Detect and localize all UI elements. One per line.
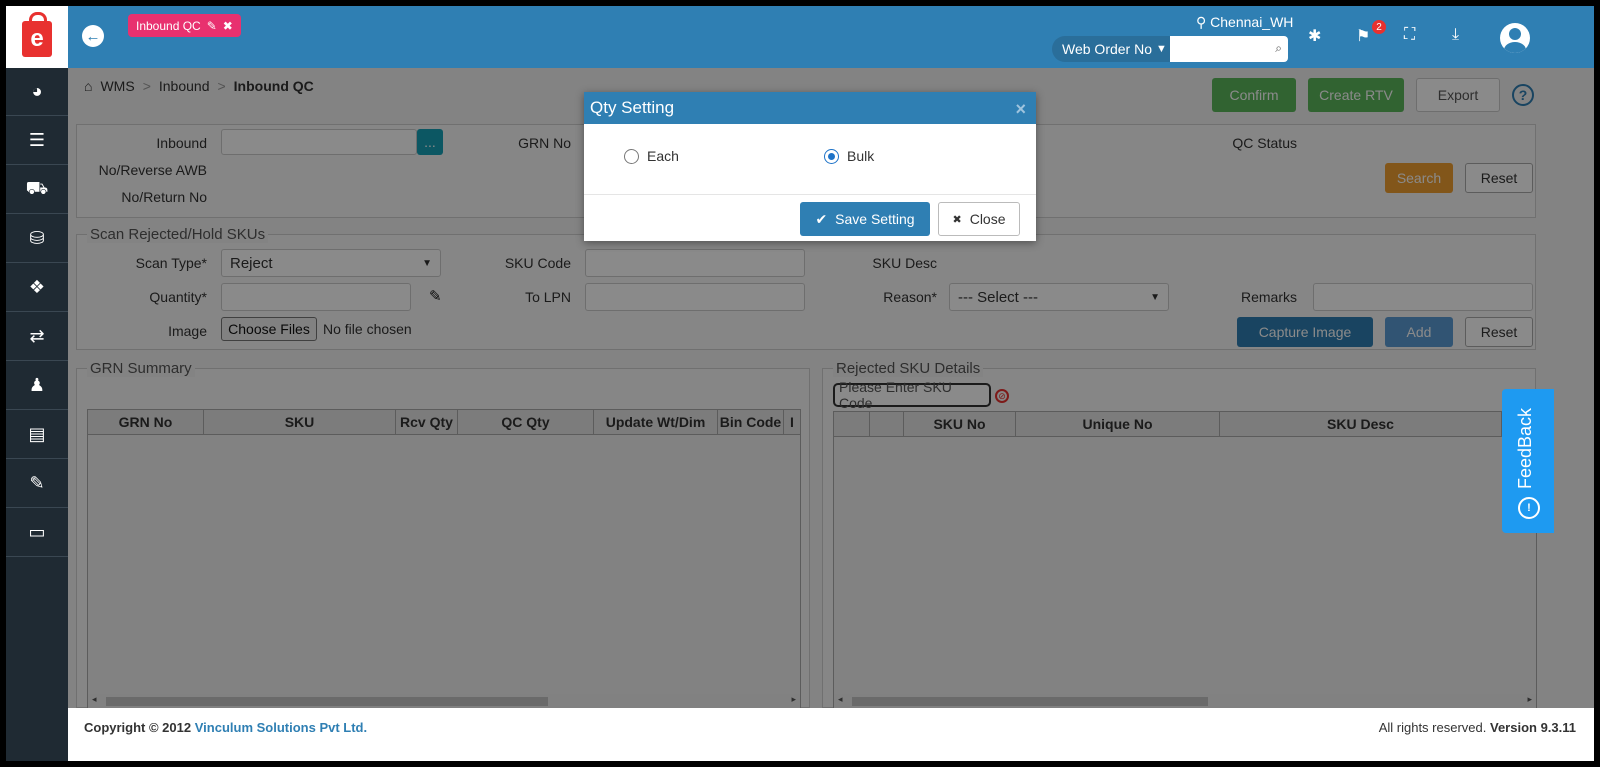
dashboard-icon: ◕ <box>31 81 43 101</box>
radio-each[interactable]: Each <box>624 148 679 164</box>
rights-label: All rights reserved. <box>1378 720 1487 735</box>
search-icon[interactable]: ⌕ <box>1275 41 1282 56</box>
fullscreen-icon[interactable]: ⛶ <box>1404 26 1415 44</box>
search-type-dropdown[interactable]: Web Order No ▼ <box>1052 36 1170 62</box>
close-icon[interactable]: × <box>1015 99 1026 120</box>
user-avatar[interactable] <box>1500 23 1530 53</box>
sidebar-item-list[interactable]: ☰ <box>6 117 68 165</box>
radio-bulk-label: Bulk <box>847 148 875 164</box>
copyright-year: Copyright © 2012 <box>84 720 192 735</box>
location-indicator[interactable]: ⚲ Chennai_WH <box>1196 14 1293 31</box>
ticket-icon: ✎ <box>29 473 45 493</box>
radio-bulk[interactable]: Bulk <box>824 148 874 164</box>
exchange-icon: ⇄ <box>29 326 45 346</box>
cubes-icon: ❖ <box>28 277 46 297</box>
radio-each-label: Each <box>647 148 679 164</box>
map-marker-icon: ⚲ <box>1196 14 1207 30</box>
sidebar-item-dashboard[interactable]: ◕ <box>6 68 68 116</box>
sidebar-item-cart[interactable]: ⛟ <box>6 166 68 214</box>
bag-icon: ⛁ <box>29 228 45 248</box>
qty-setting-modal: Qty Setting × Each Bulk ✔ Save Setting ✖… <box>584 92 1036 241</box>
bag-logo-icon: e <box>22 12 52 57</box>
sidebar-item-book[interactable]: ▤ <box>6 411 68 459</box>
chevron-down-icon: ▼ <box>1156 43 1167 55</box>
rights-text: All rights reserved. Version 9.3.11 <box>1379 720 1576 735</box>
footer: Copyright © 2012 Vinculum Solutions Pvt … <box>68 708 1594 761</box>
global-search-input[interactable]: ⌕ <box>1170 36 1288 62</box>
close-button[interactable]: ✖ Close <box>938 202 1020 236</box>
feedback-label: FeedBack <box>1515 407 1535 489</box>
tab-label: Inbound QC <box>136 18 201 33</box>
close-label: Close <box>969 211 1006 227</box>
sidebar-item-bag[interactable]: ⛁ <box>6 215 68 263</box>
radio-each-circle[interactable] <box>624 148 639 164</box>
search-type-label: Web Order No <box>1062 41 1152 57</box>
book-icon: ▤ <box>28 424 46 444</box>
sidebar-item-user-plus[interactable]: ♟ <box>6 362 68 410</box>
notification-badge: 2 <box>1372 20 1386 34</box>
download-icon[interactable]: ⤓ <box>1452 26 1459 44</box>
close-x-icon: ✖ <box>952 213 962 226</box>
arrow-left-icon: ← <box>85 27 101 45</box>
app-window: e ◕ ☰ ⛟ ⛁ ❖ ⇄ ♟ ▤ ✎ ▭ ← Inbound QC ✎ ✖ ⚲… <box>0 0 1600 767</box>
sidebar: e ◕ ☰ ⛟ ⛁ ❖ ⇄ ♟ ▤ ✎ ▭ <box>6 6 68 761</box>
sidebar-item-exchange[interactable]: ⇄ <box>6 313 68 361</box>
radio-bulk-circle[interactable] <box>824 148 839 164</box>
pin-icon[interactable]: ✎ <box>207 19 217 33</box>
feedback-tab[interactable]: FeedBack ! <box>1502 389 1554 533</box>
modal-header: Qty Setting × <box>584 92 1036 124</box>
company-link[interactable]: Vinculum Solutions Pvt Ltd. <box>195 720 367 735</box>
modal-title: Qty Setting <box>590 98 675 117</box>
check-icon: ✔ <box>815 210 828 227</box>
open-tab[interactable]: Inbound QC ✎ ✖ <box>128 14 241 37</box>
copyright-text: Copyright © 2012 Vinculum Solutions Pvt … <box>84 720 367 735</box>
modal-divider <box>584 194 1036 195</box>
sidebar-item-ticket[interactable]: ✎ <box>6 460 68 508</box>
save-setting-button[interactable]: ✔ Save Setting <box>800 202 930 236</box>
settings-icon[interactable]: ✱ <box>1308 26 1321 46</box>
comment-icon: ! <box>1518 497 1540 519</box>
location-name: Chennai_WH <box>1210 14 1294 30</box>
sidebar-item-cubes[interactable]: ❖ <box>6 264 68 312</box>
list-indent-icon: ☰ <box>28 130 46 150</box>
top-header: ← Inbound QC ✎ ✖ ⚲ Chennai_WH Web Order … <box>68 6 1594 68</box>
version-label: Version 9.3.11 <box>1489 720 1576 735</box>
save-setting-label: Save Setting <box>835 211 915 227</box>
close-tab-icon[interactable]: ✖ <box>223 19 233 33</box>
card-icon: ▭ <box>28 522 46 542</box>
flag-icon[interactable]: ⚑ <box>1356 26 1370 46</box>
cart-icon: ⛟ <box>25 177 49 198</box>
sidebar-item-card[interactable]: ▭ <box>6 509 68 557</box>
back-button[interactable]: ← <box>82 25 104 47</box>
logo[interactable]: e <box>6 6 68 68</box>
user-plus-icon: ♟ <box>28 375 46 395</box>
